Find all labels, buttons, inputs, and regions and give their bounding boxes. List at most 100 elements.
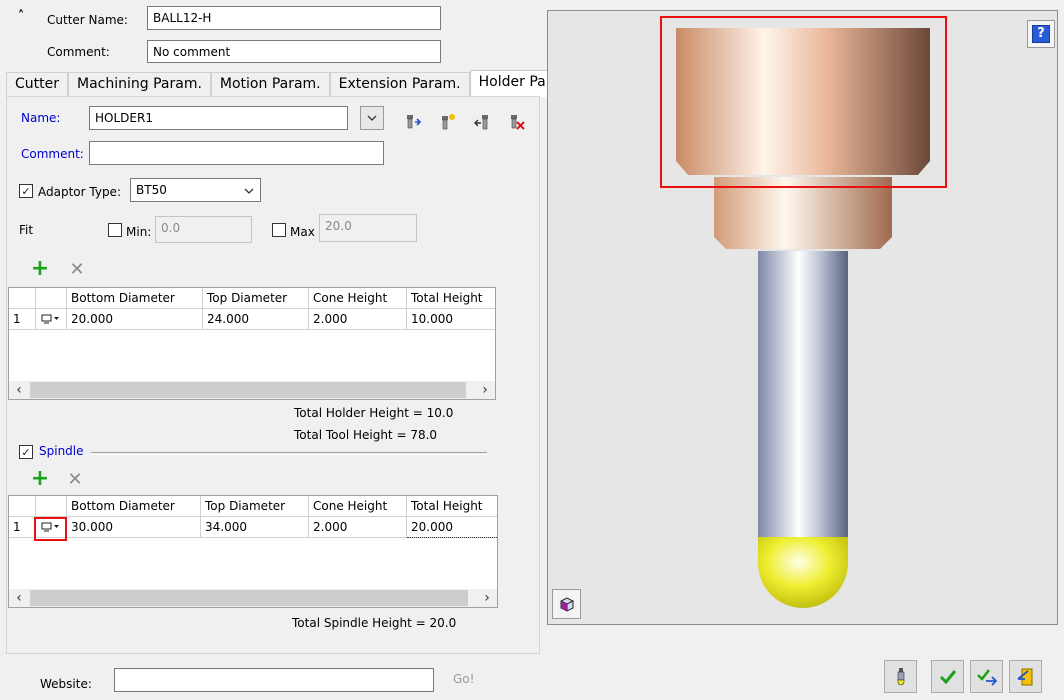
view-cube-button[interactable]	[552, 589, 581, 619]
add-spindle-row-button[interactable]: +	[29, 468, 51, 490]
highlight-box	[34, 517, 67, 541]
apply-check-icon	[976, 668, 997, 686]
adaptor-type-checkbox[interactable]: ✓	[19, 184, 33, 198]
max-checkbox[interactable]	[272, 223, 286, 237]
view-cube-icon	[560, 597, 573, 612]
col-bottom-diameter: Bottom Diameter	[67, 496, 201, 517]
total-tool-height: Total Tool Height = 78.0	[294, 428, 438, 442]
max-label: Max	[290, 225, 315, 239]
exit-door-icon	[1016, 668, 1032, 685]
tool-preview-viewer[interactable]: ?	[547, 10, 1058, 625]
go-link[interactable]: Go!	[453, 671, 474, 687]
row-index: 1	[9, 309, 36, 330]
comment-input[interactable]: No comment	[147, 40, 441, 63]
table-row[interactable]: 1 30.000 34.000 2.000 20.000	[9, 517, 497, 538]
row-type-header	[36, 288, 67, 309]
row-type-dropdown[interactable]	[36, 309, 67, 330]
holder-comment-label: Comment:	[21, 147, 84, 161]
holder-comment-input[interactable]	[89, 141, 384, 165]
cell-total-height[interactable]: 20.000	[407, 517, 497, 538]
new-holder-button[interactable]	[436, 111, 458, 133]
holder-name-label: Name:	[21, 111, 61, 125]
spindle-table: Bottom Diameter Top Diameter Cone Height…	[8, 495, 498, 608]
cutter-preview-button[interactable]	[884, 660, 917, 693]
tab-machining-param[interactable]: Machining Param.	[68, 72, 211, 96]
holder-name-dropdown-button[interactable]	[360, 106, 384, 130]
col-total-height: Total Height	[411, 291, 483, 305]
chevron-down-icon	[244, 188, 254, 194]
scroll-thumb[interactable]	[30, 590, 468, 606]
holder-table-header: Bottom Diameter Top Diameter Cone Height…	[9, 288, 495, 309]
cutter-icon	[897, 667, 904, 685]
save-holder-button[interactable]	[471, 111, 493, 133]
plus-icon: +	[30, 256, 50, 281]
ok-button[interactable]	[931, 660, 964, 693]
cell-cone-height[interactable]: 2.000	[309, 309, 407, 330]
spindle-table-hscrollbar[interactable]: ‹ ›	[9, 589, 497, 607]
table-row[interactable]: 1 20.000 24.000 2.000 10.000	[9, 309, 495, 330]
tab-motion-param[interactable]: Motion Param.	[210, 72, 330, 96]
col-bottom-diameter: Bottom Diameter	[67, 288, 203, 309]
scroll-left-icon[interactable]: ‹	[9, 381, 29, 399]
col-cone-height: Cone Height	[309, 288, 407, 309]
col-total-height: Total Height	[411, 499, 483, 513]
highlight-box	[660, 16, 947, 188]
website-label: Website:	[40, 677, 92, 691]
holder-table-hscrollbar[interactable]: ‹ ›	[9, 381, 495, 399]
cell-bottom-diameter[interactable]: 30.000	[67, 517, 201, 538]
load-holder-button[interactable]	[401, 111, 423, 133]
help-button[interactable]: ?	[1027, 20, 1055, 48]
row-index-header	[9, 288, 36, 309]
apply-button[interactable]	[970, 660, 1003, 693]
cell-top-diameter[interactable]: 24.000	[203, 309, 309, 330]
holder-delete-icon	[511, 115, 525, 130]
cell-cone-height[interactable]: 2.000	[309, 517, 407, 538]
min-label: Min:	[126, 225, 152, 239]
col-top-diameter: Top Diameter	[203, 288, 309, 309]
scroll-thumb[interactable]	[30, 382, 466, 398]
row-index: 1	[9, 517, 36, 538]
cutter-name-input[interactable]: BALL12-H	[147, 6, 441, 30]
spindle-checkbox[interactable]: ✓	[19, 445, 33, 459]
tab-cutter[interactable]: Cutter	[6, 72, 68, 96]
scroll-left-icon[interactable]: ‹	[9, 589, 29, 607]
website-input[interactable]	[114, 668, 434, 692]
checkmark-icon	[939, 669, 956, 684]
spindle-table-header: Bottom Diameter Top Diameter Cone Height…	[9, 496, 497, 517]
max-input[interactable]: 20.0	[319, 214, 417, 242]
row-index-header	[9, 496, 36, 517]
exit-button[interactable]	[1009, 660, 1042, 693]
comment-label: Comment:	[47, 45, 110, 59]
delete-holder-button[interactable]	[506, 111, 528, 133]
fit-label: Fit	[19, 223, 34, 237]
holder-load-icon	[407, 115, 421, 129]
col-top-diameter: Top Diameter	[201, 496, 309, 517]
ball-tip-shape	[758, 537, 848, 608]
holder-table: Bottom Diameter Top Diameter Cone Height…	[8, 287, 496, 400]
min-input[interactable]: 0.0	[155, 216, 252, 243]
close-icon: ✕	[69, 259, 85, 280]
remove-spindle-row-button[interactable]: ✕	[64, 469, 86, 491]
adaptor-type-select[interactable]: BT50	[130, 178, 261, 202]
total-holder-height: Total Holder Height = 10.0	[294, 406, 454, 420]
cell-total-height[interactable]: 10.000	[407, 309, 495, 330]
collapse-chevron-icon[interactable]: ˄	[13, 10, 29, 26]
remove-holder-row-button[interactable]: ✕	[66, 259, 88, 281]
add-holder-row-button[interactable]: +	[29, 258, 51, 280]
adaptor-type-value: BT50	[136, 183, 167, 197]
scroll-right-icon[interactable]: ›	[477, 589, 497, 607]
total-spindle-height: Total Spindle Height = 20.0	[292, 616, 457, 630]
scroll-right-icon[interactable]: ›	[475, 381, 495, 399]
holder-name-input[interactable]: HOLDER1	[89, 106, 348, 130]
spindle-divider	[91, 452, 487, 455]
tab-bar: Cutter Machining Param. Motion Param. Ex…	[6, 70, 588, 97]
plus-icon: +	[30, 466, 50, 491]
holder-new-icon	[442, 114, 455, 130]
help-icon: ?	[1032, 25, 1050, 43]
holder-save-icon	[474, 115, 488, 130]
holder-param-panel: Name: HOLDER1 Comment: ✓ Adaptor Type: B…	[6, 96, 540, 654]
cell-top-diameter[interactable]: 34.000	[201, 517, 309, 538]
min-checkbox[interactable]	[108, 223, 122, 237]
cell-bottom-diameter[interactable]: 20.000	[67, 309, 203, 330]
tab-extension-param[interactable]: Extension Param.	[329, 72, 470, 96]
